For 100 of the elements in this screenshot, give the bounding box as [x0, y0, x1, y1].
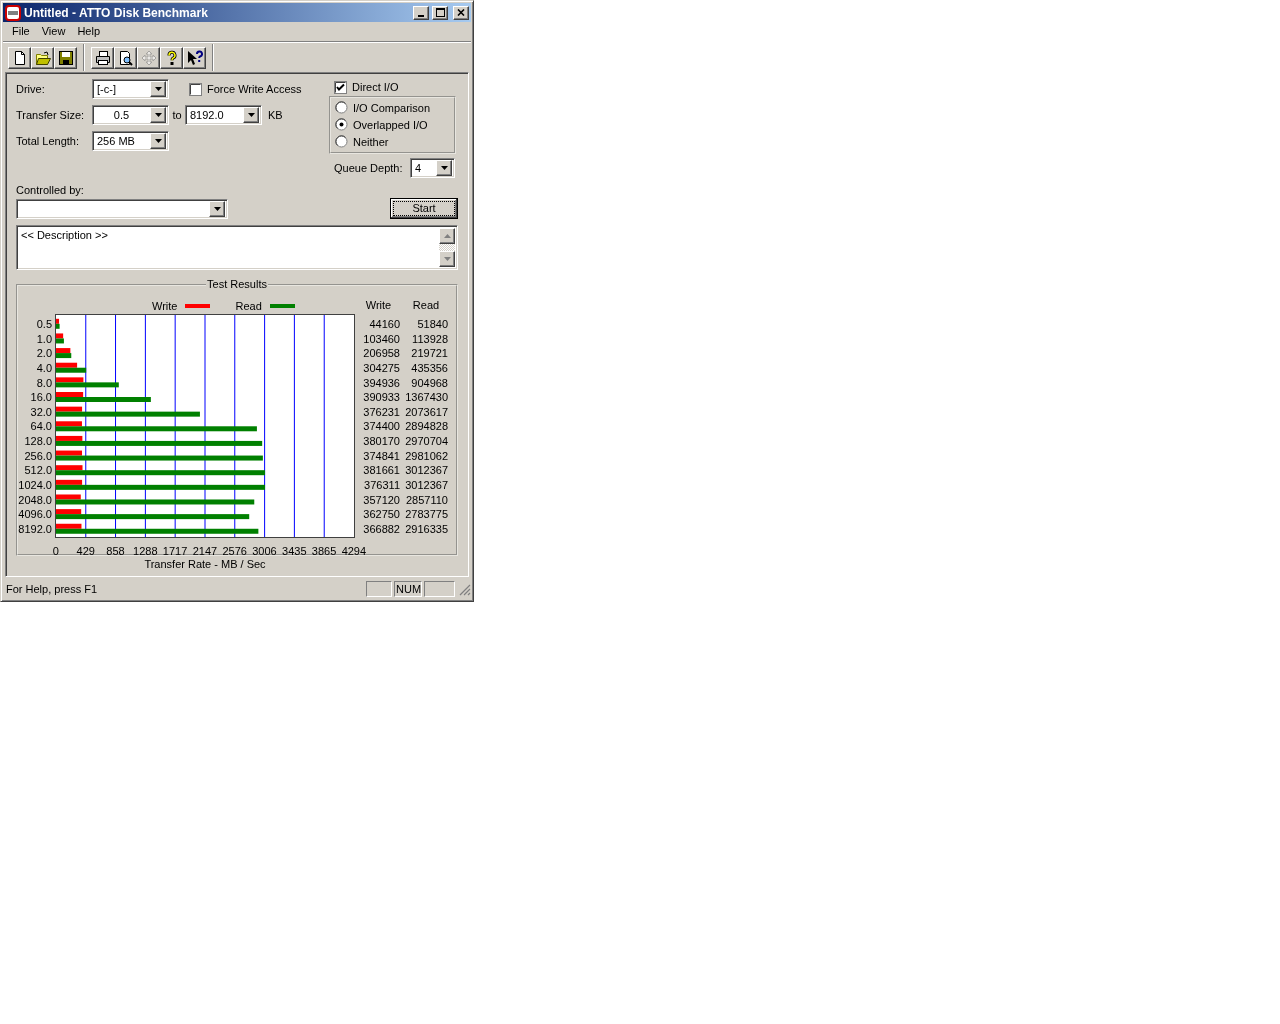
table-cell-text: 374841: [362, 448, 400, 464]
resize-grip-icon[interactable]: [457, 582, 471, 596]
radio-button[interactable]: [335, 135, 348, 148]
radio-button[interactable]: [335, 118, 348, 131]
axis-label: 256.0: [23, 448, 52, 464]
field-label: Total Length:: [16, 135, 80, 147]
table-cell-text: 376231: [362, 404, 400, 420]
table-cell-text: 44160: [368, 317, 400, 332]
field-label: Controlled by:: [16, 184, 85, 197]
magnifier-page-button[interactable]: [114, 46, 137, 69]
column-header: Write: [364, 299, 393, 312]
dropdown-button[interactable]: [436, 160, 452, 176]
tick-label: 1717: [161, 545, 189, 558]
table-cell: 2783775: [404, 507, 448, 522]
dropdown-button[interactable]: [150, 133, 166, 149]
scroll-up-button[interactable]: [439, 228, 455, 244]
caret-icon: [213, 206, 221, 211]
window-title: Untitled - ATTO Disk Benchmark: [24, 5, 209, 20]
question-mark-button[interactable]: [160, 46, 183, 69]
dropdown-button[interactable]: [243, 107, 259, 123]
caret-icon: [154, 139, 162, 143]
axis-label: 512.0: [23, 463, 52, 479]
tick-label: 429: [75, 545, 96, 558]
dropdown-button[interactable]: [150, 107, 166, 123]
transfer-size-to-dropdown[interactable]: 8192.0: [185, 105, 262, 125]
maximize-button[interactable]: [432, 5, 448, 20]
pointer-question-button[interactable]: [183, 46, 206, 69]
transfer-size-from-dropdown[interactable]: 0.5: [92, 105, 169, 125]
field-label: Queue Depth:: [334, 162, 404, 174]
minimize-icon: [418, 14, 424, 17]
radio-label: I/O Comparison: [353, 101, 431, 114]
radio-label: Overlapped I/O: [353, 118, 428, 131]
axis-label: 8.0: [35, 375, 52, 391]
dropdown-button[interactable]: [209, 200, 225, 217]
radio-button[interactable]: [335, 101, 348, 114]
tick-label: 858: [105, 545, 126, 558]
description-field[interactable]: << Description >>: [16, 225, 458, 270]
legend-label: Write: [152, 299, 178, 312]
floppy-disk-button[interactable]: [54, 46, 77, 69]
pointer-question-icon: [186, 49, 203, 66]
status-pane: [424, 581, 455, 597]
table-cell-text: 376311: [363, 478, 400, 493]
table-cell: 2981062: [404, 448, 448, 464]
total-length-dropdown[interactable]: 256 MB: [92, 131, 169, 151]
tick-label: 1288: [132, 545, 159, 558]
document-button[interactable]: [8, 46, 31, 69]
magnifier-page-icon: [117, 49, 134, 66]
caret-icon: [247, 113, 255, 117]
table-cell: 2970704: [404, 434, 448, 449]
tick-label: 2576: [221, 545, 248, 558]
scrollbar-track: [439, 244, 455, 251]
axis-label: 4096.0: [18, 507, 52, 522]
status-pane: [366, 581, 392, 597]
folder-button[interactable]: [31, 46, 54, 69]
axis-label: 128.0: [23, 434, 52, 449]
axis-label: 1024.0: [18, 478, 52, 493]
tick-label: 4294: [340, 545, 368, 558]
group-title: Test Results: [206, 278, 268, 291]
table-cell-text: 366882: [362, 521, 400, 537]
dropdown-button[interactable]: [150, 81, 166, 97]
drive-dropdown[interactable]: [-c-]: [92, 79, 169, 99]
maximize-icon: [435, 8, 445, 17]
radio-label: Neither: [353, 135, 389, 148]
app-icon: [5, 4, 21, 21]
controlled-by-dropdown[interactable]: [16, 198, 228, 219]
status-pane: NUM: [394, 581, 422, 597]
checkbox[interactable]: [189, 82, 202, 96]
axis-label: 0.5: [35, 317, 52, 332]
folder-icon: [34, 49, 51, 66]
caret-icon: [154, 113, 162, 117]
menu-item[interactable]: Help: [73, 23, 106, 40]
menu-item[interactable]: View: [37, 23, 72, 40]
menu-item[interactable]: File: [8, 23, 36, 40]
table-cell-text: 394936: [362, 375, 400, 391]
table-cell-text: 113928: [411, 331, 448, 347]
column-header: Read: [411, 299, 441, 312]
caret-icon: [443, 257, 451, 261]
field-label: Transfer Size:: [16, 109, 86, 121]
minimize-button[interactable]: [413, 5, 429, 20]
table-cell-text: 2857110: [405, 492, 448, 508]
queue-depth-dropdown[interactable]: 4: [410, 158, 455, 178]
start-button[interactable]: Start: [390, 198, 458, 219]
printer-button[interactable]: [91, 46, 114, 69]
scroll-down-button[interactable]: [439, 251, 455, 267]
axis-label: 2048.0: [18, 492, 52, 508]
close-button[interactable]: [453, 5, 469, 20]
axis-label: 1.0: [35, 331, 52, 347]
table-cell-text: 381661: [362, 463, 400, 479]
checkbox-label: Direct I/O: [352, 81, 399, 93]
unit-label: KB: [268, 109, 283, 121]
table-cell-text: 435356: [410, 360, 448, 376]
table-cell: 1367430: [404, 390, 448, 405]
caret-icon: [443, 234, 451, 238]
axis-label: 2.0: [35, 346, 52, 361]
close-icon: [457, 9, 465, 16]
axis-label: 4.0: [35, 360, 52, 376]
table-cell: 2916335: [404, 521, 448, 537]
table-cell-text: 380170: [362, 434, 400, 449]
axis-title: Transfer Rate - MB / Sec: [144, 558, 266, 570]
checkbox[interactable]: [334, 80, 347, 94]
